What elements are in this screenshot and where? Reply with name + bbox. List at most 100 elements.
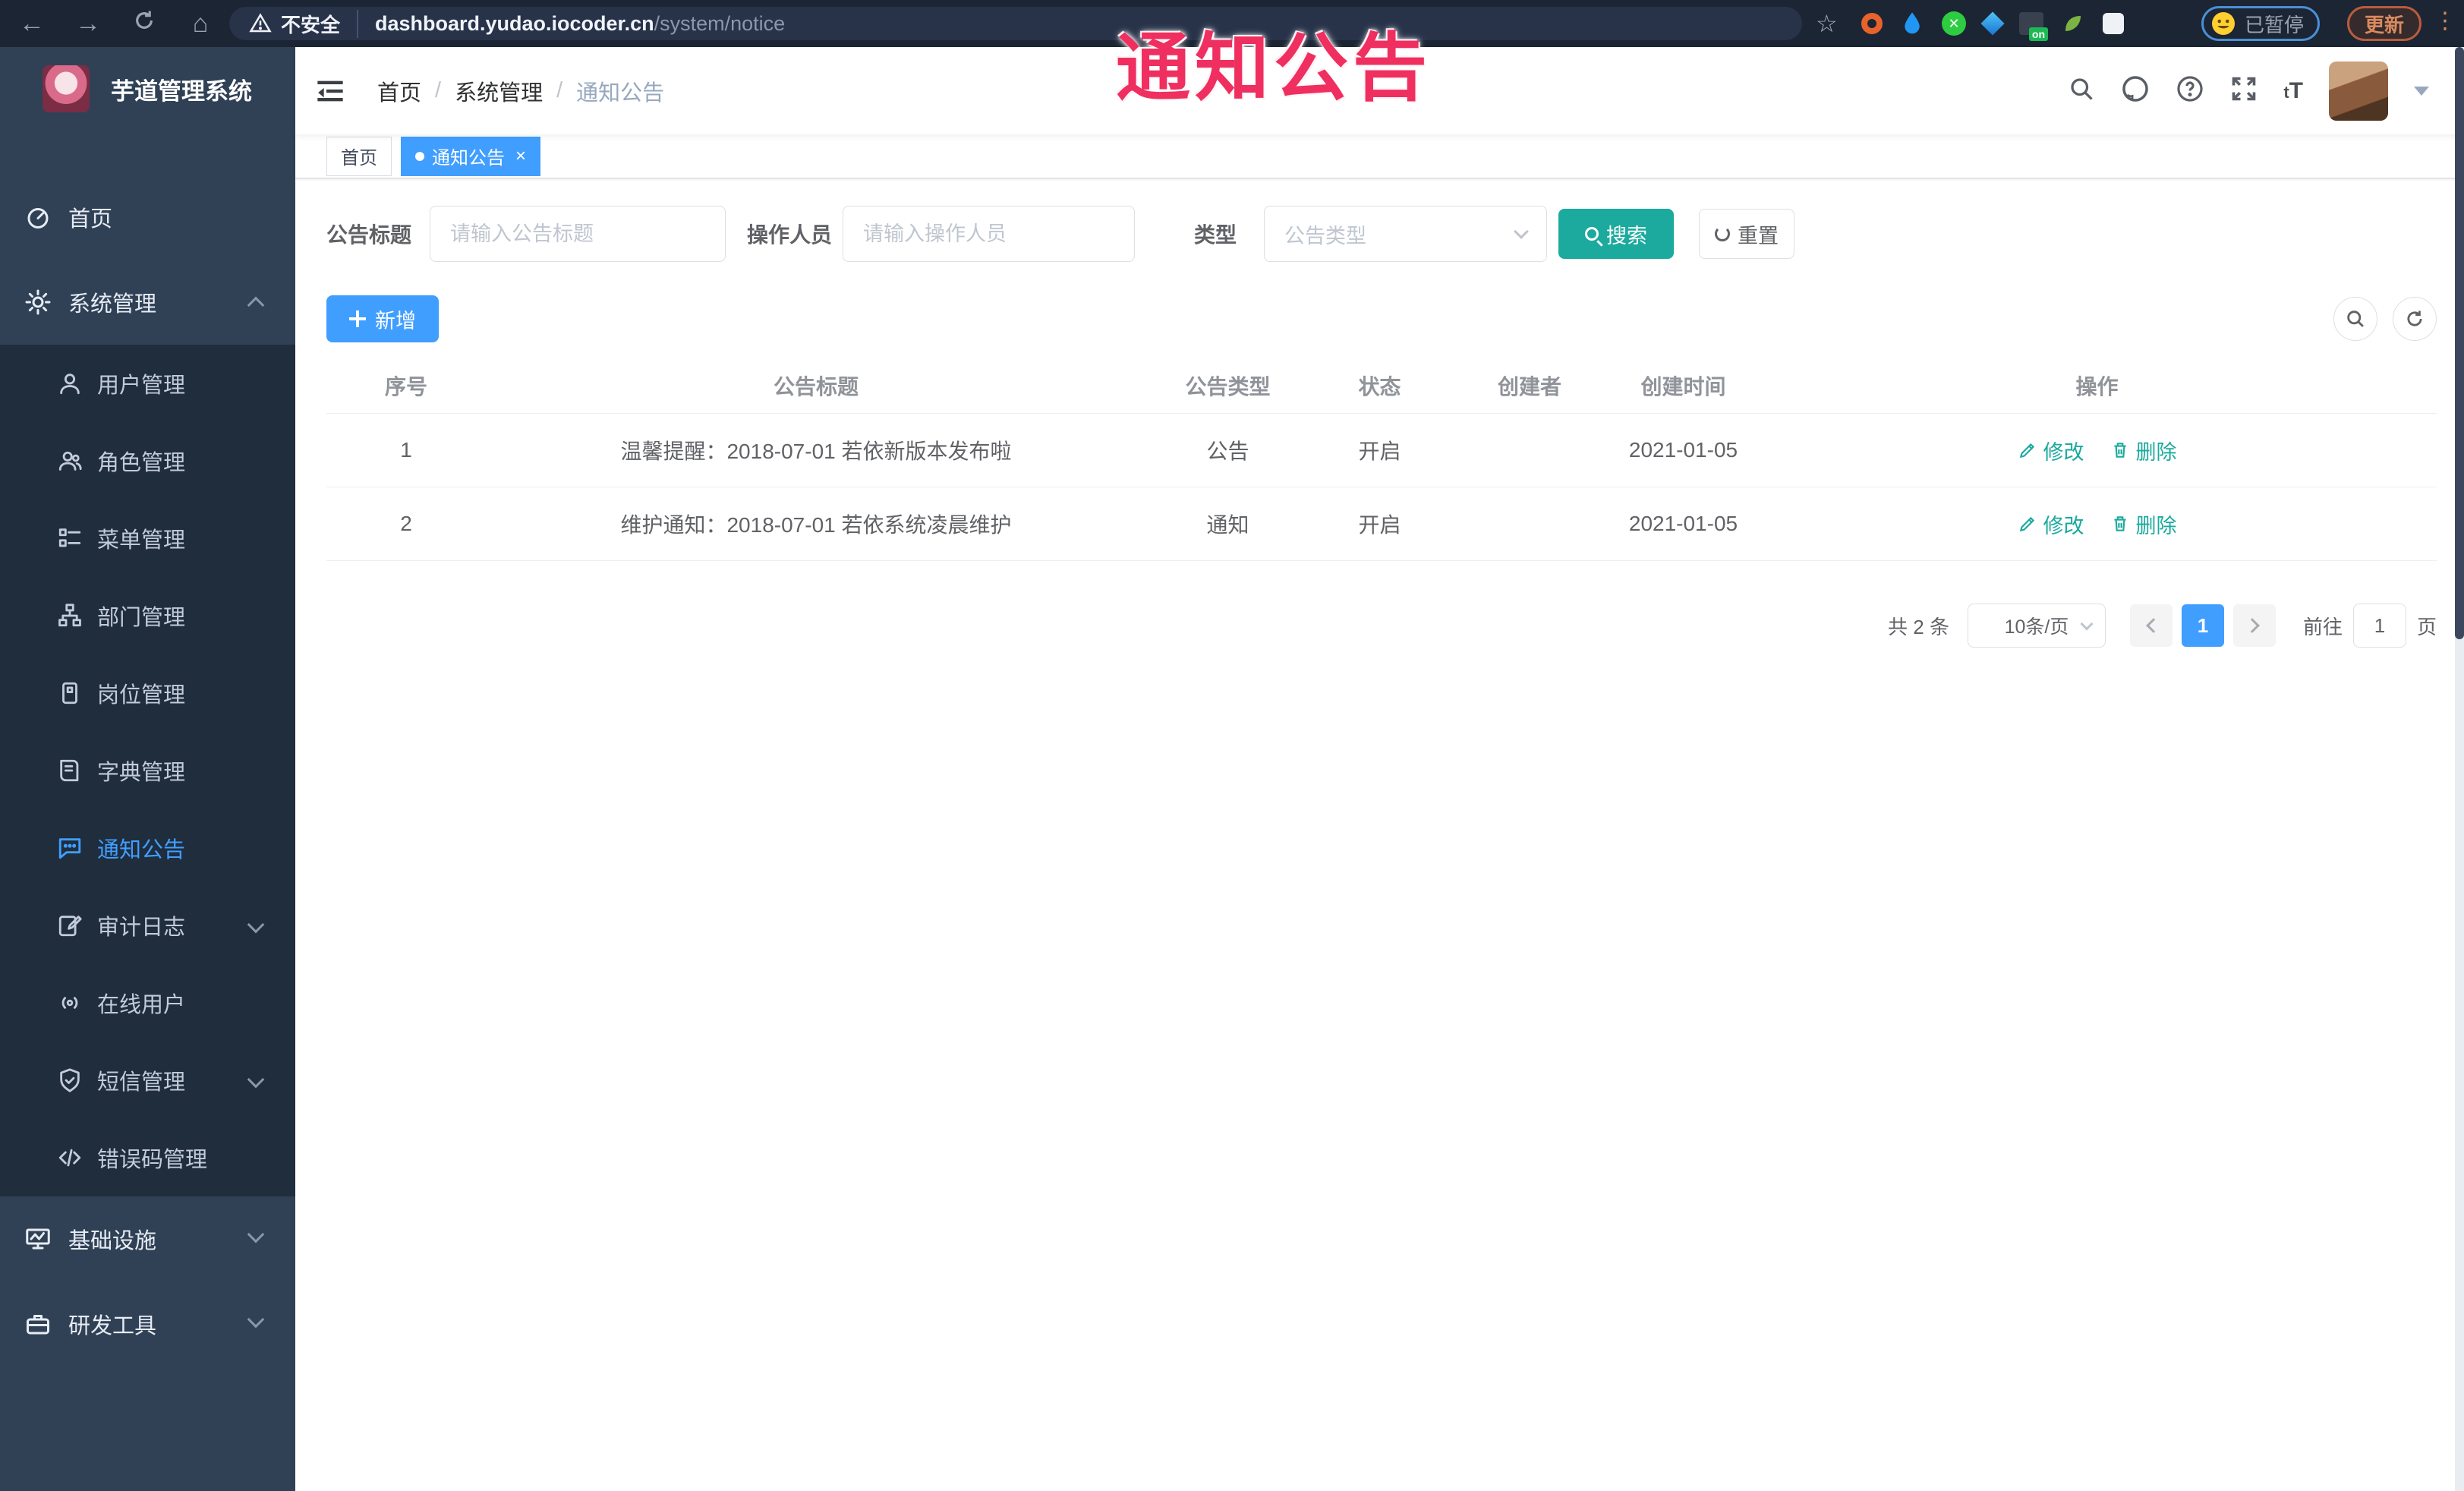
github-icon[interactable] xyxy=(2121,74,2150,107)
delete-link[interactable]: 删除 xyxy=(2110,436,2177,465)
breadcrumb-separator: / xyxy=(556,78,563,102)
sidebar-item-label: 部门管理 xyxy=(97,606,186,630)
search-form: 公告标题 操作人员 类型 公告类型 搜索 重置 xyxy=(326,206,2437,262)
page-unit-label: 页 xyxy=(2416,615,2437,638)
infra-monitor-icon xyxy=(23,1225,53,1253)
notice-type-select[interactable]: 公告类型 xyxy=(1264,206,1548,262)
sidebar-logo-row[interactable]: 芋道管理系统 xyxy=(0,47,295,131)
table-toolbar: 新增 xyxy=(326,295,2437,342)
sidebar-item-home[interactable]: 首页 xyxy=(0,175,295,260)
chevron-down-icon xyxy=(247,1070,265,1089)
sidebar-item-label: 字典管理 xyxy=(97,761,186,785)
forward-icon[interactable]: → xyxy=(73,9,103,39)
toggle-search-button[interactable] xyxy=(2333,297,2377,341)
blue-drop-icon[interactable] xyxy=(1901,11,1924,36)
sidebar-item-infrastructure[interactable]: 基础设施 xyxy=(0,1196,295,1281)
help-icon[interactable] xyxy=(2176,74,2204,107)
search-button-label: 搜索 xyxy=(1606,224,1648,247)
browser-menu-kebab-icon[interactable]: ⋮ xyxy=(2434,8,2456,34)
extensions-row: ✕ on xyxy=(1861,6,2124,41)
paused-profile-chip[interactable]: 已暂停 xyxy=(2201,6,2321,41)
edit-pen-icon xyxy=(2019,443,2034,459)
orange-ring-icon[interactable] xyxy=(1861,13,1883,34)
sidebar-item-online-users[interactable]: 在线用户 xyxy=(0,964,295,1042)
notice-title-input[interactable] xyxy=(430,206,726,262)
cell-status: 开启 xyxy=(1358,440,1401,463)
font-size-icon[interactable]: tT xyxy=(2283,78,2303,104)
edit-link[interactable]: 修改 xyxy=(2018,509,2084,539)
tags-view-bar: 首页 通知公告 × xyxy=(295,134,2464,178)
tag-close-icon[interactable]: × xyxy=(515,146,526,167)
column-header: 公告标题 xyxy=(773,374,859,399)
search-icon[interactable] xyxy=(2068,75,2095,106)
sidebar-item-dict[interactable]: 字典管理 xyxy=(0,732,295,809)
security-label[interactable]: 不安全 xyxy=(281,9,359,38)
table-row[interactable]: 1 温馨提醒：2018-07-01 若依新版本发布啦 公告 开启 2021-01… xyxy=(326,414,2437,487)
reset-button[interactable]: 重置 xyxy=(1699,209,1795,259)
sidebar-item-posts[interactable]: 岗位管理 xyxy=(0,654,295,732)
user-icon xyxy=(55,370,85,396)
sidebar-item-notice[interactable]: 通知公告 xyxy=(0,809,295,887)
green-leaf-icon[interactable] xyxy=(2062,12,2084,35)
page-number-button[interactable]: 1 xyxy=(2181,604,2224,647)
chevron-down-icon xyxy=(247,1225,265,1244)
error-code-icon xyxy=(55,1145,85,1171)
sidebar-item-label: 用户管理 xyxy=(97,374,186,398)
sidebar-toggle-icon[interactable] xyxy=(315,76,345,106)
type-label: 类型 xyxy=(1194,223,1237,247)
cell-status: 开启 xyxy=(1358,513,1401,537)
puzzle-extensions-icon[interactable] xyxy=(2103,13,2124,34)
next-page-button[interactable] xyxy=(2232,604,2276,647)
sidebar-item-error-codes[interactable]: 错误码管理 xyxy=(0,1119,295,1196)
sidebar-item-devtools[interactable]: 研发工具 xyxy=(0,1281,295,1366)
address-bar[interactable]: 不安全 dashboard.yudao.iocoder.cn/system/no… xyxy=(229,7,1802,40)
breadcrumb-current: 通知公告 xyxy=(576,80,665,106)
pagination: 共 2 条 10条/页 1 前往 页 xyxy=(326,604,2437,648)
add-button[interactable]: 新增 xyxy=(326,295,439,342)
page-size-value: 10条/页 xyxy=(2004,616,2069,638)
goto-page-input[interactable] xyxy=(2352,604,2406,648)
reload-icon[interactable] xyxy=(129,8,159,39)
edit-label: 修改 xyxy=(2043,514,2084,537)
breadcrumb-system[interactable]: 系统管理 xyxy=(455,75,543,107)
sidebar-item-departments[interactable]: 部门管理 xyxy=(0,577,295,654)
not-secure-warning-icon[interactable] xyxy=(249,12,272,35)
fullscreen-icon[interactable] xyxy=(2230,75,2258,106)
scrollbar-thumb[interactable] xyxy=(2455,47,2464,639)
post-badge-icon xyxy=(55,680,85,706)
prev-page-button[interactable] xyxy=(2129,604,2173,647)
home-icon[interactable]: ⌂ xyxy=(185,9,216,39)
delete-link[interactable]: 删除 xyxy=(2110,509,2177,539)
blue-gem-icon[interactable] xyxy=(1980,11,2005,36)
dark-on-icon[interactable]: on xyxy=(2019,12,2048,41)
caret-down-icon[interactable] xyxy=(2414,86,2429,96)
operator-label: 操作人员 xyxy=(747,223,833,247)
search-button[interactable]: 搜索 xyxy=(1558,209,1675,259)
tag-notice[interactable]: 通知公告 × xyxy=(401,136,541,176)
page-scrollbar[interactable] xyxy=(2455,47,2464,1491)
page-size-select[interactable]: 10条/页 xyxy=(1967,604,2106,648)
sidebar-item-menus[interactable]: 菜单管理 xyxy=(0,500,295,577)
sidebar-item-roles[interactable]: 角色管理 xyxy=(0,422,295,500)
back-icon[interactable]: ← xyxy=(17,9,47,39)
tag-home[interactable]: 首页 xyxy=(326,136,392,176)
user-avatar[interactable] xyxy=(2329,61,2388,121)
url-text[interactable]: dashboard.yudao.iocoder.cn/system/notice xyxy=(375,12,785,36)
sidebar-item-system[interactable]: 系统管理 xyxy=(0,260,295,345)
operator-input[interactable] xyxy=(843,206,1135,262)
breadcrumb-home[interactable]: 首页 xyxy=(377,75,421,107)
goto-label: 前往 xyxy=(2302,615,2343,638)
refresh-table-button[interactable] xyxy=(2393,297,2437,341)
bookmark-star-icon[interactable]: ☆ xyxy=(1816,9,1838,38)
cell-created: 2021-01-05 xyxy=(1628,512,1738,535)
sidebar-item-label: 系统管理 xyxy=(68,292,157,317)
sidebar-item-users[interactable]: 用户管理 xyxy=(0,345,295,422)
green-circle-icon[interactable]: ✕ xyxy=(1942,11,1966,36)
notice-table: 序号 公告标题 公告类型 状态 创建者 创建时间 操作 1 温馨提醒：2018-… xyxy=(326,358,2437,561)
table-header-row: 序号 公告标题 公告类型 状态 创建者 创建时间 操作 xyxy=(326,358,2437,414)
update-button[interactable]: 更新 xyxy=(2347,6,2422,41)
table-row[interactable]: 2 维护通知：2018-07-01 若依系统凌晨维护 通知 开启 2021-01… xyxy=(326,487,2437,561)
sidebar-item-sms[interactable]: 短信管理 xyxy=(0,1042,295,1119)
edit-link[interactable]: 修改 xyxy=(2018,436,2084,465)
sidebar-item-audit-log[interactable]: 审计日志 xyxy=(0,887,295,964)
